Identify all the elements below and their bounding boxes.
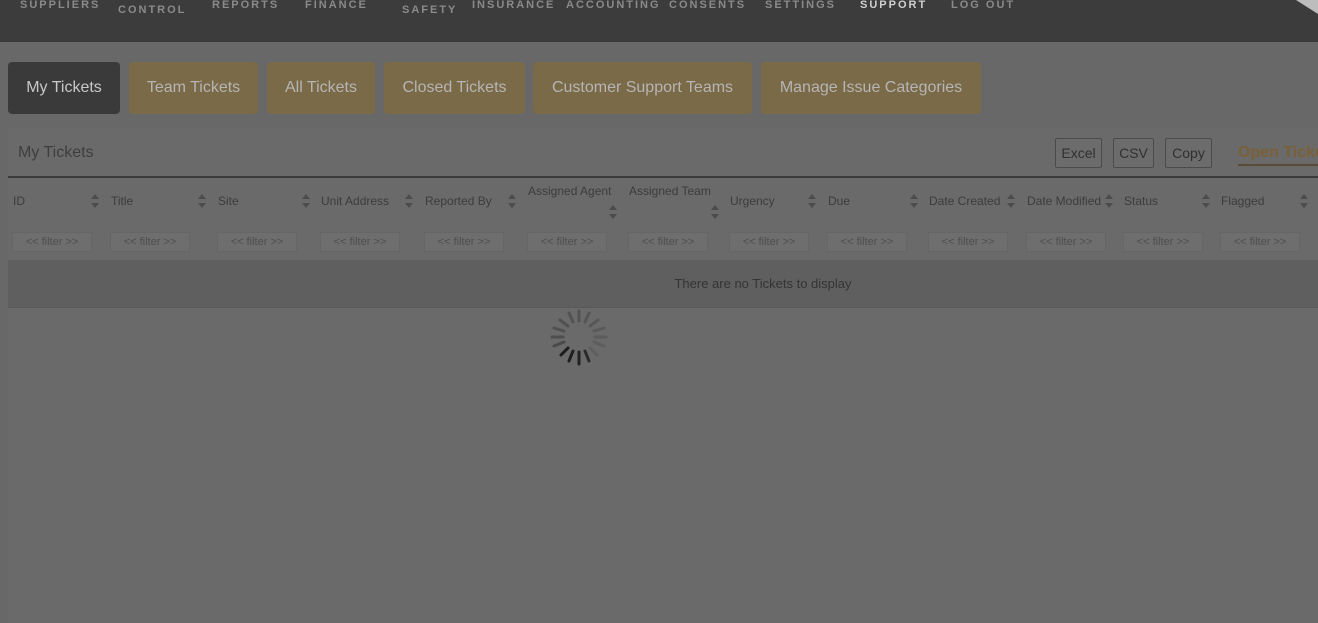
filter-input-reported-by[interactable]: << filter >> <box>424 232 504 252</box>
copy-button[interactable]: Copy <box>1165 138 1212 168</box>
panel-title: My Tickets <box>18 144 94 161</box>
tab-customer-support-teams[interactable]: Customer Support Teams <box>533 62 752 114</box>
filter-input-due[interactable]: << filter >> <box>827 232 907 252</box>
sort-icon[interactable] <box>1202 194 1210 208</box>
nav-item-control[interactable]: CONTROL <box>118 5 186 16</box>
filter-input-unit-address[interactable]: << filter >> <box>320 232 400 252</box>
filter-input-urgency[interactable]: << filter >> <box>729 232 809 252</box>
nav-item-accounting[interactable]: ACCOUNTING <box>566 0 661 11</box>
column-header-assigned-agent[interactable]: Assigned Agent <box>528 184 611 198</box>
column-header-site[interactable]: Site <box>218 194 239 208</box>
filter-input-title[interactable]: << filter >> <box>110 232 190 252</box>
nav-item-suppliers[interactable]: SUPPLIERS <box>20 0 100 11</box>
tab-all-tickets[interactable]: All Tickets <box>267 62 375 114</box>
nav-item-finance[interactable]: FINANCE <box>305 0 368 11</box>
empty-table-row: There are no Tickets to display <box>8 260 1318 308</box>
sort-icon[interactable] <box>1300 194 1308 208</box>
open-tickets-link[interactable]: Open Ticke <box>1238 144 1318 166</box>
sort-icon[interactable] <box>198 194 206 208</box>
filter-input-assigned-team[interactable]: << filter >> <box>628 232 708 252</box>
loading-spinner-icon <box>550 309 608 366</box>
sort-icon[interactable] <box>1105 194 1113 208</box>
column-header-assigned-team[interactable]: Assigned Team <box>629 184 711 198</box>
corner-decoration <box>1296 0 1318 14</box>
filter-input-flagged[interactable]: << filter >> <box>1220 232 1300 252</box>
sort-icon[interactable] <box>302 194 310 208</box>
sort-icon[interactable] <box>1007 194 1015 208</box>
filter-input-assigned-agent[interactable]: << filter >> <box>527 232 607 252</box>
nav-item-support[interactable]: SUPPORT <box>860 0 927 11</box>
column-header-id[interactable]: ID <box>13 194 25 208</box>
tab-closed-tickets[interactable]: Closed Tickets <box>384 62 525 114</box>
column-header-unit-address[interactable]: Unit Address <box>321 194 389 208</box>
column-header-flagged[interactable]: Flagged <box>1221 194 1264 208</box>
nav-item-reports[interactable]: REPORTS <box>212 0 279 11</box>
column-header-due[interactable]: Due <box>828 194 850 208</box>
excel-button[interactable]: Excel <box>1055 138 1102 168</box>
tab-manage-issue-categories[interactable]: Manage Issue Categories <box>761 62 981 114</box>
nav-item-consents[interactable]: CONSENTS <box>669 0 746 11</box>
column-header-date-modified[interactable]: Date Modified <box>1027 194 1101 208</box>
column-header-title[interactable]: Title <box>111 194 133 208</box>
empty-message: There are no Tickets to display <box>674 276 852 291</box>
sort-icon[interactable] <box>609 205 617 219</box>
filter-input-date-created[interactable]: << filter >> <box>928 232 1008 252</box>
csv-button[interactable]: CSV <box>1113 138 1154 168</box>
filter-input-status[interactable]: << filter >> <box>1123 232 1203 252</box>
sort-icon[interactable] <box>910 194 918 208</box>
tab-team-tickets[interactable]: Team Tickets <box>129 62 258 114</box>
nav-item-log-out[interactable]: LOG OUT <box>951 0 1015 11</box>
sort-icon[interactable] <box>508 194 516 208</box>
filter-input-date-modified[interactable]: << filter >> <box>1026 232 1106 252</box>
sort-icon[interactable] <box>405 194 413 208</box>
sort-icon[interactable] <box>711 205 719 219</box>
column-header-reported-by[interactable]: Reported By <box>425 194 492 208</box>
top-navigation: SUPPLIERS CONTROL REPORTS FINANCE SAFETY… <box>0 0 1318 42</box>
sort-icon[interactable] <box>91 194 99 208</box>
panel-header: My Tickets Excel CSV Copy Open Ticke <box>8 128 1318 178</box>
column-header-date-created[interactable]: Date Created <box>929 194 1000 208</box>
column-header-status[interactable]: Status <box>1124 194 1158 208</box>
sort-icon[interactable] <box>808 194 816 208</box>
tab-my-tickets[interactable]: My Tickets <box>8 62 120 114</box>
column-header-urgency[interactable]: Urgency <box>730 194 775 208</box>
nav-item-safety[interactable]: SAFETY <box>402 5 457 16</box>
nav-item-insurance[interactable]: INSURANCE <box>472 0 555 11</box>
filter-input-id[interactable]: << filter >> <box>12 232 92 252</box>
nav-item-settings[interactable]: SETTINGS <box>765 0 836 11</box>
filter-input-site[interactable]: << filter >> <box>217 232 297 252</box>
